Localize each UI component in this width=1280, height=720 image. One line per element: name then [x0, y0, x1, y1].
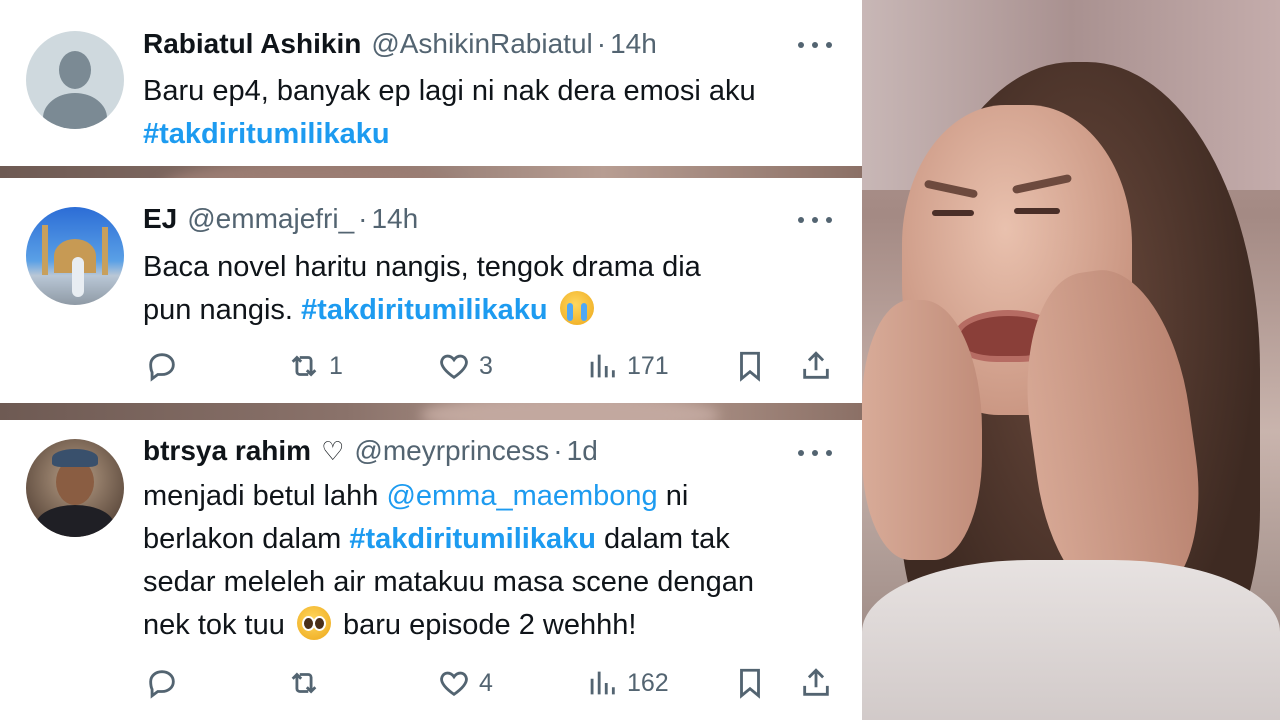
display-name[interactable]: EJ: [143, 203, 177, 235]
tweet-header: Rabiatul Ashikin @AshikinRabiatul · 14h: [143, 28, 657, 60]
tweet-actions: 4 162: [143, 666, 833, 702]
handle[interactable]: @AshikinRabiatul: [371, 28, 592, 60]
more-icon[interactable]: [798, 450, 832, 460]
reply-icon: [149, 670, 175, 699]
crying-woman-photo: [862, 0, 1280, 720]
tweet-header: EJ @emmajefri_ · 14h: [143, 203, 418, 235]
like-button[interactable]: 4: [437, 666, 493, 700]
like-icon: [440, 671, 468, 697]
dot-separator: ·: [358, 203, 368, 234]
heart-symbol: ♡: [321, 436, 345, 466]
share-button[interactable]: [799, 666, 841, 700]
loudly-crying-face-icon: [559, 291, 594, 325]
timestamp[interactable]: 14h: [371, 203, 418, 235]
views-button[interactable]: 171: [585, 349, 669, 383]
retweet-button[interactable]: [287, 666, 329, 700]
dot-separator: ·: [553, 435, 563, 466]
share-icon: [803, 351, 829, 379]
handle[interactable]: @meyrprincess: [354, 435, 549, 467]
like-button[interactable]: 3: [437, 349, 493, 383]
bookmark-button[interactable]: [733, 666, 775, 700]
retweet-icon: [291, 355, 317, 377]
timestamp[interactable]: 14h: [610, 28, 657, 60]
more-icon[interactable]: [798, 42, 832, 52]
dot-separator: ·: [596, 28, 607, 59]
reply-icon: [149, 353, 175, 382]
pleading-face-icon: [296, 606, 331, 640]
reply-button[interactable]: [145, 666, 187, 700]
like-icon: [440, 354, 468, 380]
bookmark-button[interactable]: [733, 349, 775, 383]
avatar-mosque-photo[interactable]: [26, 207, 124, 305]
bookmark-icon: [740, 351, 760, 382]
display-name[interactable]: btrsya rahim: [143, 435, 311, 467]
mention-link[interactable]: @emma_maembong: [386, 480, 657, 512]
hashtag-link[interactable]: #takdiritumilikaku: [301, 294, 548, 326]
retweet-icon: [291, 672, 317, 694]
hashtag-link[interactable]: #takdiritumilikaku: [349, 523, 596, 555]
retweet-button[interactable]: 1: [287, 349, 343, 383]
handle[interactable]: @emmajefri_: [187, 203, 354, 235]
views-button[interactable]: 162: [585, 666, 669, 700]
tweet-text: menjadi betul lahh @emma_maembong ni ber…: [143, 480, 754, 641]
share-button[interactable]: [799, 349, 841, 383]
tweet-actions: 1 3 171: [143, 349, 833, 385]
reply-button[interactable]: [145, 349, 187, 383]
avatar-default[interactable]: [26, 31, 124, 129]
views-icon: [590, 671, 615, 695]
avatar-user-photo[interactable]: [26, 439, 124, 537]
timestamp[interactable]: 1d: [567, 435, 598, 467]
hashtag-link[interactable]: #takdiritumilikaku: [143, 118, 390, 150]
tweet-header: btrsya rahim ♡ @meyrprincess · 1d: [143, 435, 598, 467]
views-icon: [590, 354, 615, 378]
bookmark-icon: [740, 668, 760, 699]
tweet-text: Baru ep4, banyak ep lagi ni nak dera emo…: [143, 75, 756, 150]
display-name[interactable]: Rabiatul Ashikin: [143, 28, 361, 60]
share-icon: [803, 668, 829, 696]
more-icon[interactable]: [798, 217, 832, 227]
tweet-text: Baca novel haritu nangis, tengok drama d…: [143, 251, 701, 326]
